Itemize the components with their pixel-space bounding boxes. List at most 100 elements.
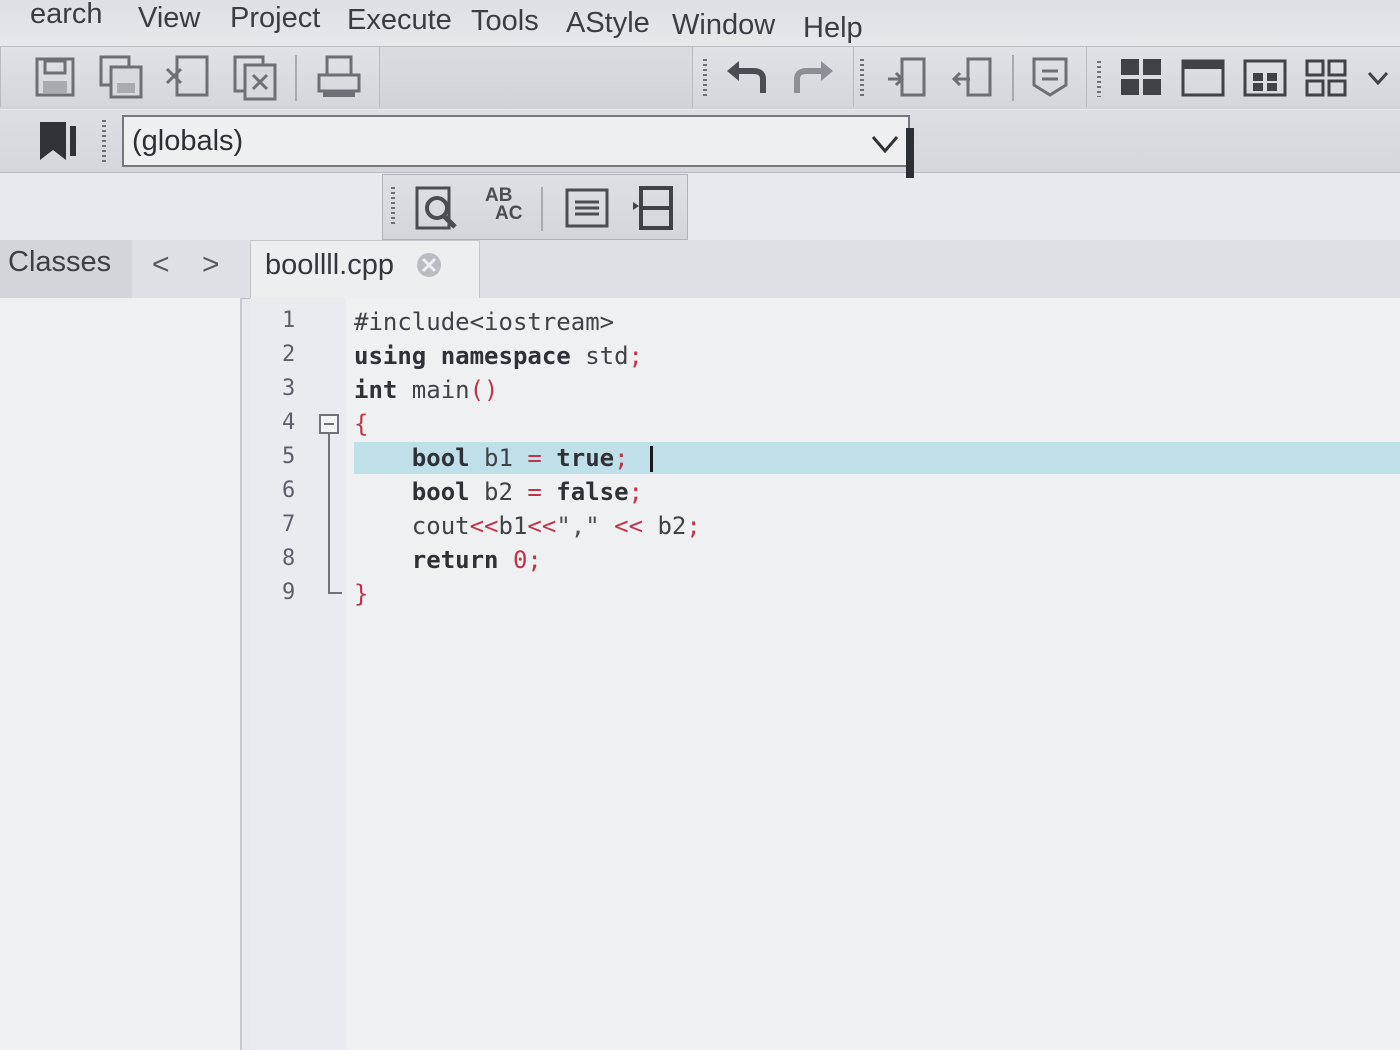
menu-bar: earch View Project Execute Tools AStyle … [0, 0, 1400, 47]
prev-tab-button[interactable]: < [152, 248, 170, 282]
toolbar-separator [1012, 55, 1014, 101]
code-line[interactable]: return 0; [354, 546, 542, 574]
minus-icon [324, 423, 334, 425]
window-icon[interactable] [1179, 53, 1227, 101]
code-line[interactable]: using namespace std; [354, 342, 643, 370]
goto-line-icon[interactable] [563, 184, 611, 232]
code-token: ; [686, 512, 701, 540]
menu-help[interactable]: Help [803, 12, 863, 45]
code-line[interactable]: { [354, 410, 368, 438]
toolbar-grip[interactable] [1097, 61, 1101, 97]
toolbar-grip[interactable] [102, 120, 106, 164]
code-token: << [469, 512, 499, 540]
layout-grid-icon[interactable] [1117, 53, 1165, 101]
code-line[interactable]: bool b2 = false; [354, 478, 643, 506]
line-number: 5 [282, 444, 296, 469]
menu-execute[interactable]: Execute [347, 4, 452, 37]
bookmark-icon[interactable] [34, 116, 82, 164]
code-token: 0 [512, 546, 528, 574]
menu-project[interactable]: Project [230, 2, 320, 35]
print-icon[interactable] [315, 53, 363, 101]
menu-astyle[interactable]: AStyle [566, 7, 650, 40]
code-token: cout [354, 512, 470, 540]
unindent-icon[interactable] [950, 53, 998, 101]
menu-search[interactable]: earch [30, 0, 103, 31]
code-token: bool [411, 444, 470, 472]
tiles-icon[interactable] [1241, 53, 1289, 101]
code-token: std [570, 342, 629, 370]
menu-window[interactable]: Window [672, 9, 775, 42]
replace-icon-bottom: AC [495, 203, 523, 224]
next-tab-button[interactable]: > [202, 248, 220, 282]
line-number: 1 [282, 308, 296, 333]
class-browser-panel[interactable] [0, 298, 242, 1050]
code-token: << [527, 512, 557, 540]
fold-toggle[interactable] [319, 414, 339, 434]
code-line[interactable]: } [354, 580, 368, 608]
chevron-down-icon[interactable] [1363, 53, 1393, 101]
replace-icon[interactable]: AB AC [481, 186, 529, 231]
code-token: return [411, 546, 499, 574]
code-token: b2 [469, 478, 528, 506]
code-token: bool [411, 478, 470, 506]
multi-window-icon[interactable] [1303, 53, 1351, 101]
toggle-comment-icon[interactable] [1026, 53, 1074, 101]
indent-icon[interactable] [884, 53, 932, 101]
undo-icon[interactable] [723, 53, 771, 101]
toolbar-separator [295, 55, 297, 101]
code-line[interactable]: #include<iostream> [354, 308, 614, 336]
scope-combo[interactable]: (globals) [122, 115, 910, 167]
chevron-down-icon[interactable] [870, 131, 900, 157]
toolbar-grip[interactable] [391, 187, 395, 227]
window-toolbar-group [1086, 47, 1400, 107]
fold-guide [328, 434, 330, 594]
code-token: ; [614, 444, 629, 472]
edit-toolbar-group [692, 47, 854, 107]
toolbar-separator [541, 187, 543, 231]
menu-tools[interactable]: Tools [471, 5, 539, 38]
line-number: 8 [282, 546, 296, 571]
scope-combo-value: (globals) [132, 125, 244, 157]
code-token: b1 [469, 444, 528, 472]
code-token: false [556, 478, 629, 506]
tab-classes[interactable]: Classes [0, 240, 132, 298]
text-caret [650, 446, 653, 472]
code-token: = [527, 478, 542, 506]
search-toolbar: AB AC [382, 174, 688, 240]
main-toolbar [0, 47, 1400, 109]
code-line[interactable]: cout<<b1<<"," << b2; [354, 512, 701, 540]
code-line[interactable]: int main() [354, 376, 499, 404]
code-token: ; [628, 478, 643, 506]
line-number: 9 [282, 580, 296, 605]
tab-strip: Classes < > boollll.cpp [0, 240, 1400, 300]
code-token: () [469, 376, 499, 404]
toolbar-grip[interactable] [860, 59, 864, 97]
toolbar-grip[interactable] [703, 59, 707, 97]
menu-view[interactable]: View [138, 2, 200, 35]
code-token: = [527, 444, 542, 472]
find-icon[interactable] [413, 184, 461, 232]
code-token: b2 [643, 512, 687, 540]
tab-classes-label: Classes [8, 246, 112, 278]
line-number: 3 [282, 376, 296, 401]
tab-file[interactable]: boollll.cpp [250, 240, 480, 300]
code-editor[interactable]: 1 2 3 4 5 6 7 8 9 #include<iostream> usin… [250, 298, 1400, 1050]
close-all-icon[interactable] [231, 53, 279, 101]
code-token: b1 [498, 512, 528, 540]
redo-icon[interactable] [789, 53, 837, 101]
line-number: 7 [282, 512, 296, 537]
line-number: 4 [282, 410, 296, 435]
save-all-icon[interactable] [97, 53, 145, 101]
save-icon[interactable] [31, 53, 79, 101]
code-token: using namespace [354, 342, 571, 370]
close-icon[interactable] [415, 251, 443, 279]
code-line[interactable]: bool b1 = true; [354, 444, 629, 472]
close-file-icon[interactable] [163, 53, 211, 101]
split-icon[interactable] [631, 184, 679, 232]
code-token: ; [628, 342, 643, 370]
